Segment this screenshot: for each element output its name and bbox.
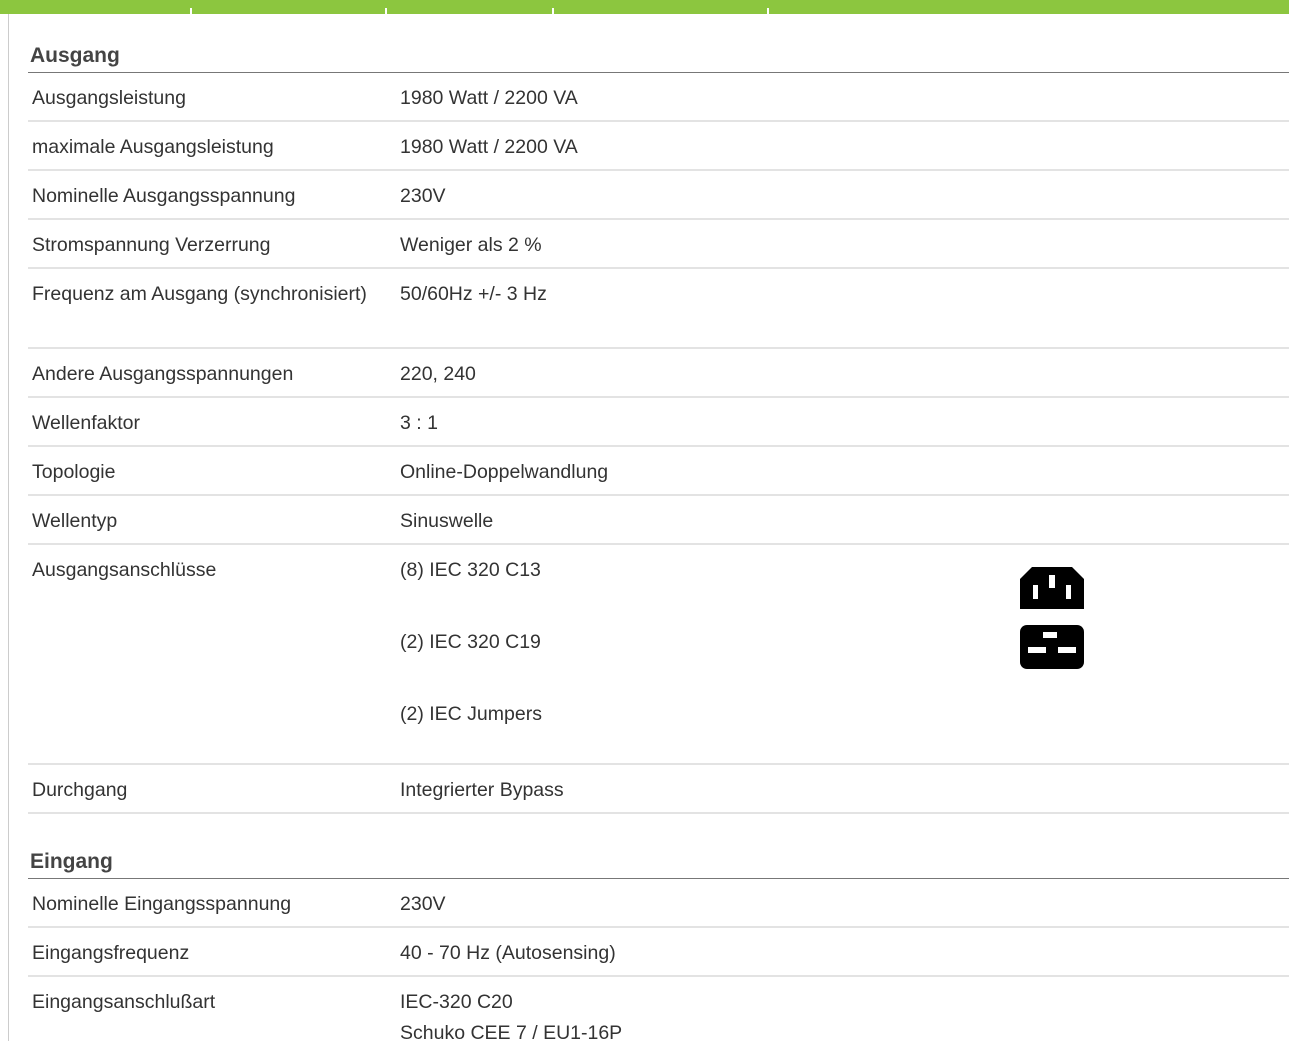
connection-item: (2) IEC 320 C19	[400, 625, 1289, 699]
spec-row: maximale Ausgangsleistung 1980 Watt / 22…	[28, 122, 1289, 171]
spec-label: Ausgangsleistung	[32, 87, 186, 109]
spec-label: Durchgang	[32, 779, 128, 801]
section-title-ausgang: Ausgang	[28, 40, 1289, 73]
spec-value: 220, 240	[400, 363, 476, 385]
section-title-eingang: Eingang	[28, 846, 1289, 879]
spec-label: Topologie	[32, 461, 116, 483]
left-frame-line	[8, 14, 9, 1041]
spec-value: 50/60Hz +/- 3 Hz	[400, 283, 547, 305]
connection-item: (8) IEC 320 C13	[400, 555, 1289, 627]
connector-value: IEC-320 C20	[400, 991, 513, 1013]
iec-c13-outlet-icon	[1018, 565, 1086, 621]
spec-value: IEC-320 C20 Schuko CEE 7 / EU1-16P	[397, 977, 1289, 1049]
connection-text: (8) IEC 320 C13	[400, 559, 541, 581]
spec-row: Ausgangsleistung 1980 Watt / 2200 VA	[28, 73, 1289, 122]
spec-label: Andere Ausgangsspannungen	[32, 363, 294, 385]
spec-value: 230V	[400, 893, 446, 915]
spec-row: Nominelle Ausgangsspannung 230V	[28, 171, 1289, 220]
connections-list: (8) IEC 320 C13 (2) IEC 320 C19 (2) IEC …	[397, 545, 1289, 763]
spec-label: maximale Ausgangsleistung	[32, 136, 274, 158]
spec-label: Stromspannung Verzerrung	[32, 234, 271, 256]
spec-value: Weniger als 2 %	[400, 234, 542, 256]
spec-label: Ausgangsanschlüsse	[32, 559, 217, 581]
connection-text: (2) IEC 320 C19	[400, 631, 541, 653]
spec-value: 1980 Watt / 2200 VA	[400, 136, 578, 158]
spec-row: Eingangsanschlußart IEC-320 C20 Schuko C…	[28, 977, 1289, 1049]
spec-label: Eingangsfrequenz	[32, 942, 190, 964]
spec-content: Ausgang Ausgangsleistung 1980 Watt / 220…	[28, 40, 1289, 1049]
spec-value: 230V	[400, 185, 446, 207]
spec-row: Stromspannung Verzerrung Weniger als 2 %	[28, 220, 1289, 269]
spec-label: Eingangsanschlußart	[32, 991, 216, 1013]
spec-value: Sinuswelle	[400, 510, 494, 532]
bar-notch	[767, 8, 769, 14]
spec-row: Andere Ausgangsspannungen 220, 240	[28, 349, 1289, 398]
connector-value: Schuko CEE 7 / EU1-16P	[400, 1022, 623, 1044]
top-accent-bar	[0, 0, 1289, 14]
spec-label: Wellenfaktor	[32, 412, 141, 434]
spec-row: Eingangsfrequenz 40 - 70 Hz (Autosensing…	[28, 928, 1289, 977]
spec-label: Frequenz am Ausgang (synchronisiert)	[32, 283, 367, 305]
spec-row-connections: Ausgangsanschlüsse (8) IEC 320 C13 (2) I…	[28, 545, 1289, 765]
spec-value: 40 - 70 Hz (Autosensing)	[400, 942, 616, 964]
spec-label: Nominelle Ausgangsspannung	[32, 185, 296, 207]
spec-label: Wellentyp	[32, 510, 118, 532]
bar-notch	[552, 8, 554, 14]
connection-text: (2) IEC Jumpers	[400, 703, 542, 725]
spec-row: Wellenfaktor 3 : 1	[28, 398, 1289, 447]
spec-value: Integrierter Bypass	[400, 779, 564, 801]
connection-item: (2) IEC Jumpers	[400, 699, 1289, 771]
spec-value: Online-Doppelwandlung	[400, 461, 609, 483]
spec-label: Nominelle Eingangsspannung	[32, 893, 292, 915]
spec-value: 1980 Watt / 2200 VA	[400, 87, 578, 109]
spec-row: Durchgang Integrierter Bypass	[28, 765, 1289, 814]
spec-row: Wellentyp Sinuswelle	[28, 496, 1289, 545]
spec-row: Nominelle Eingangsspannung 230V	[28, 879, 1289, 928]
spec-value: 3 : 1	[400, 412, 438, 434]
bar-notch	[190, 8, 192, 14]
spec-row: Topologie Online-Doppelwandlung	[28, 447, 1289, 496]
iec-c19-outlet-icon	[1018, 623, 1086, 681]
spec-row: Frequenz am Ausgang (synchronisiert) 50/…	[28, 269, 1289, 349]
bar-notch	[385, 8, 387, 14]
